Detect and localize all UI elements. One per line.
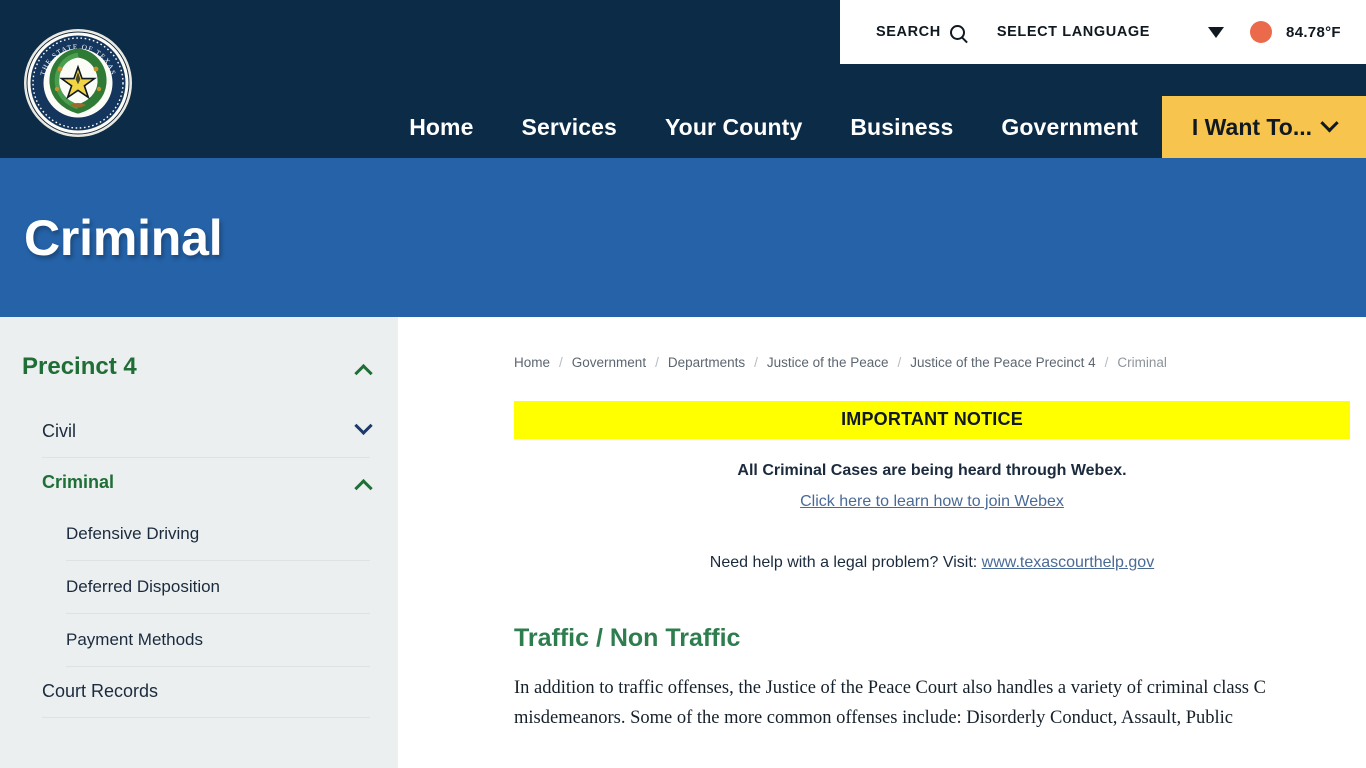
nav-item-your-county[interactable]: Your County <box>641 96 826 158</box>
section-title-traffic-non-traffic: Traffic / Non Traffic <box>514 624 741 652</box>
breadcrumb-separator: / <box>559 355 563 370</box>
breadcrumb-item-justice-of-the-peace[interactable]: Justice of the Peace <box>767 355 889 370</box>
sidebar-item-label: Criminal <box>42 472 115 492</box>
nav-item-government[interactable]: Government <box>977 96 1161 158</box>
main-navigation: Home Services Your County Business Gover… <box>0 96 1366 158</box>
breadcrumb-item-departments[interactable]: Departments <box>668 355 745 370</box>
search-label: SEARCH <box>876 24 941 40</box>
chevron-down-icon <box>1320 113 1339 132</box>
breadcrumb-item-criminal: Criminal <box>1117 355 1167 370</box>
sidebar-navigation: Precinct 4 Civil Criminal Defensive Driv… <box>0 317 398 768</box>
sidebar-heading-label: Precinct 4 <box>22 353 137 380</box>
nav-item-business[interactable]: Business <box>826 96 977 158</box>
section-paragraph: In addition to traffic offenses, the Jus… <box>514 678 1266 728</box>
sidebar-subitem-deferred-disposition[interactable]: Deferred Disposition <box>66 561 370 614</box>
sidebar-item-criminal[interactable]: Criminal <box>42 458 373 508</box>
page-body: Precinct 4 Civil Criminal Defensive Driv… <box>0 317 1366 768</box>
sidebar-list-secondary: Court Records <box>0 667 398 718</box>
main-content: Home / Government / Departments / Justic… <box>398 317 1366 768</box>
sidebar-subitem-label: Defensive Driving <box>66 524 200 543</box>
i-want-to-label: I Want To... <box>1191 113 1312 140</box>
legal-help-line: Need help with a legal problem? Visit: w… <box>514 554 1350 572</box>
notice-statement: All Criminal Cases are being heard throu… <box>737 462 1127 479</box>
select-language-label: SELECT LANGUAGE <box>996 24 1151 40</box>
sidebar-sublist-criminal: Defensive Driving Deferred Disposition P… <box>0 508 398 667</box>
page-title: Criminal <box>24 209 223 266</box>
texascourthelp-link[interactable]: www.texascourthelp.gov <box>982 554 1155 571</box>
sidebar-item-court-records[interactable]: Court Records <box>42 667 370 718</box>
weather-dot-icon <box>1250 21 1273 43</box>
sidebar-item-label: Civil <box>42 421 76 441</box>
search-icon[interactable] <box>949 24 965 40</box>
sidebar-subitem-label: Deferred Disposition <box>66 577 221 596</box>
important-notice-banner: IMPORTANT NOTICE <box>514 401 1350 439</box>
breadcrumb-separator: / <box>897 355 902 370</box>
i-want-to-button[interactable]: I Want To... <box>1161 96 1366 158</box>
chevron-up-icon[interactable] <box>354 478 373 498</box>
breadcrumb: Home / Government / Departments / Justic… <box>514 355 1350 370</box>
breadcrumb-item-home[interactable]: Home <box>514 355 550 370</box>
breadcrumb-separator: / <box>754 355 758 370</box>
sidebar-subitem-payment-methods[interactable]: Payment Methods <box>66 614 370 667</box>
join-webex-link[interactable]: Click here to learn how to join Webex <box>514 493 1350 511</box>
breadcrumb-separator: / <box>1104 355 1109 370</box>
site-header: THE STATE OF TEXAS FORT BEND COUNTY SEAR… <box>0 0 1366 158</box>
chevron-up-icon[interactable] <box>354 363 373 382</box>
chevron-down-icon[interactable] <box>354 416 373 436</box>
nav-item-home[interactable]: Home <box>385 96 497 158</box>
search-button[interactable]: SEARCH <box>876 24 965 40</box>
nav-item-services[interactable]: Services <box>498 96 641 158</box>
caret-down-icon[interactable] <box>1208 26 1225 38</box>
weather-widget[interactable]: 84.78°F <box>1250 21 1341 43</box>
temperature-value: 84.78°F <box>1286 23 1341 41</box>
legal-help-prefix: Need help with a legal problem? Visit: <box>709 554 982 571</box>
page-title-banner: Criminal <box>0 158 1366 317</box>
breadcrumb-separator: / <box>655 355 659 370</box>
sidebar-subitem-label: Payment Methods <box>66 630 204 649</box>
select-language-button[interactable]: SELECT LANGUAGE <box>997 24 1150 40</box>
utility-bar: SEARCH SELECT LANGUAGE 84.78°F <box>840 0 1366 64</box>
sidebar-heading-precinct-4[interactable]: Precinct 4 <box>0 353 398 382</box>
sidebar-subitem-defensive-driving[interactable]: Defensive Driving <box>66 508 370 561</box>
sidebar-list: Civil Criminal <box>0 407 398 508</box>
sidebar-item-civil[interactable]: Civil <box>42 407 373 458</box>
breadcrumb-item-government[interactable]: Government <box>572 355 646 370</box>
breadcrumb-item-justice-of-the-peace-precinct-4[interactable]: Justice of the Peace Precinct 4 <box>910 355 1095 370</box>
sidebar-item-label: Court Records <box>42 681 159 701</box>
